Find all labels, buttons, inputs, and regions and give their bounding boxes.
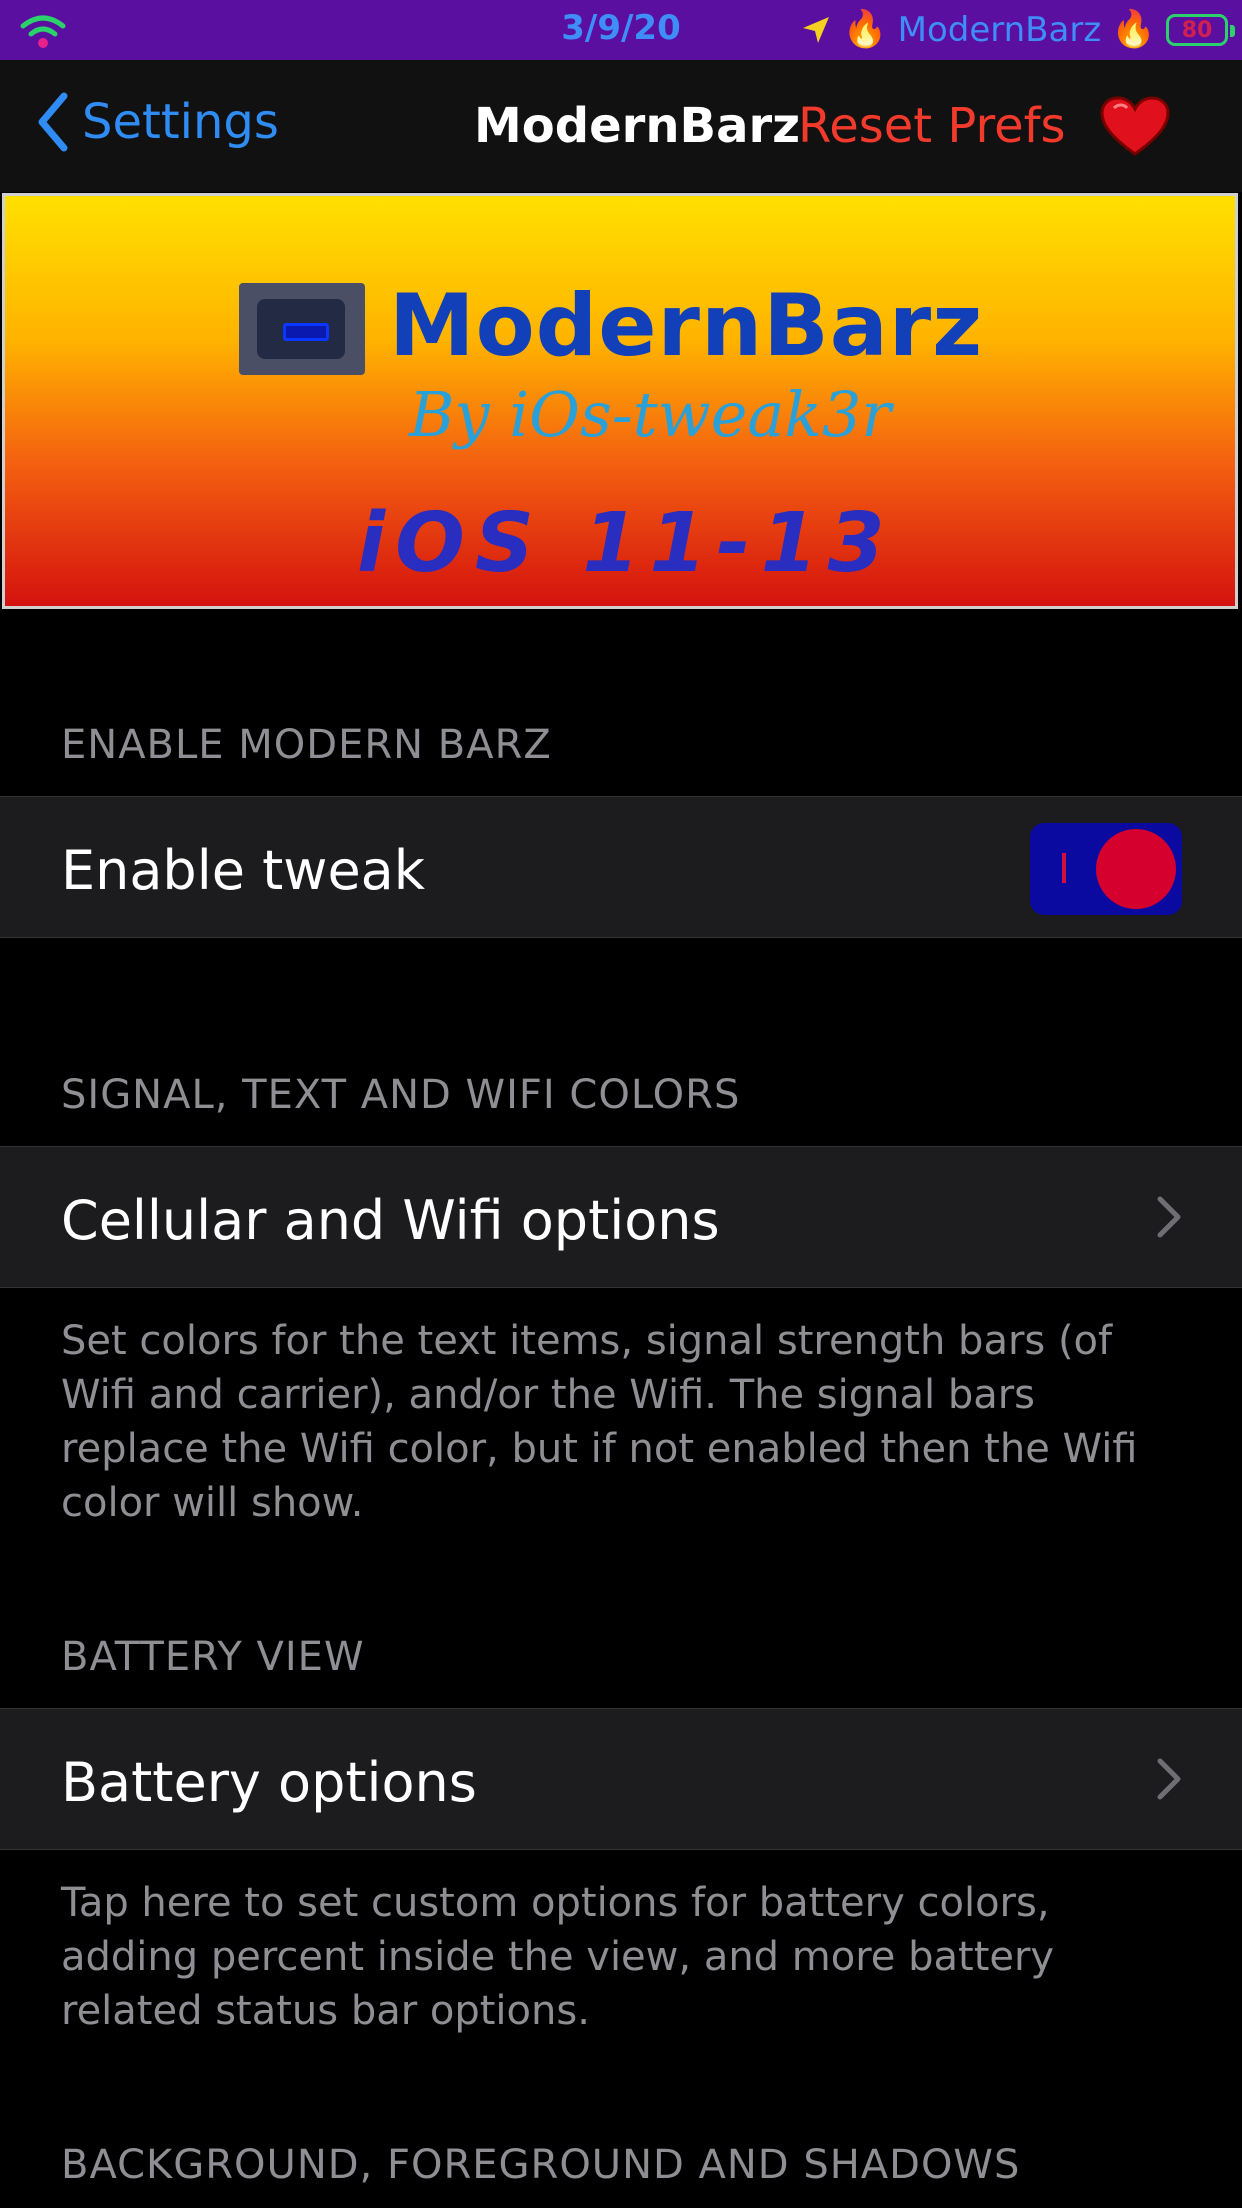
battery-section-footer: Tap here to set custom options for batte… <box>61 1880 1055 2034</box>
back-button[interactable]: Settings <box>34 90 279 154</box>
section-header-background: BACKGROUND, FOREGROUND AND SHADOWS <box>61 2142 1021 2188</box>
header-banner: ModernBarz By iOs-tweak3r iOS 11-13 <box>2 193 1238 609</box>
heart-icon[interactable] <box>1100 96 1170 158</box>
cellular-wifi-options-label: Cellular and Wifi options <box>61 1189 720 1252</box>
chevron-right-icon <box>1157 1758 1181 1800</box>
flame-icon: 🔥 <box>1111 9 1156 50</box>
battery-icon: 80 <box>1166 14 1235 46</box>
back-button-label: Settings <box>82 94 279 150</box>
location-arrow-icon <box>802 17 829 43</box>
status-bar: 3/9/20 🔥 ModernBarz 🔥 80 <box>0 0 1242 60</box>
signal-section-footer: Set colors for the text items, signal st… <box>61 1318 1138 1526</box>
banner-byline: By iOs-tweak3r <box>409 378 892 451</box>
chevron-left-icon <box>38 92 68 152</box>
reset-prefs-button[interactable]: Reset Prefs <box>798 98 1066 154</box>
toggle-knob <box>1096 829 1176 909</box>
battery-app-icon <box>239 283 365 375</box>
cellular-wifi-options-row[interactable]: Cellular and Wifi options <box>0 1146 1242 1288</box>
battery-options-row[interactable]: Battery options <box>0 1708 1242 1850</box>
battery-options-label: Battery options <box>61 1751 477 1814</box>
section-header-battery: BATTERY VIEW <box>61 1634 365 1680</box>
flame-icon: 🔥 <box>842 9 888 50</box>
section-header-signal: SIGNAL, TEXT AND WIFI COLORS <box>61 1072 741 1118</box>
section-header-enable: ENABLE MODERN BARZ <box>61 722 552 768</box>
enable-tweak-label: Enable tweak <box>61 839 426 902</box>
battery-percent: 80 <box>1181 17 1213 43</box>
chevron-right-icon <box>1157 1196 1181 1238</box>
status-right-group: 🔥 ModernBarz 🔥 80 <box>799 6 1235 54</box>
banner-title: ModernBarz <box>389 276 984 376</box>
enable-tweak-row: Enable tweak <box>0 796 1242 938</box>
enable-tweak-toggle[interactable] <box>1030 823 1182 915</box>
page-title: ModernBarz <box>474 98 801 154</box>
carrier-label: ModernBarz <box>897 10 1102 50</box>
toggle-on-mark <box>1062 853 1066 883</box>
banner-versions: iOS 11-13 <box>357 496 895 591</box>
navigation-bar: Settings ModernBarz Reset Prefs <box>0 60 1242 192</box>
